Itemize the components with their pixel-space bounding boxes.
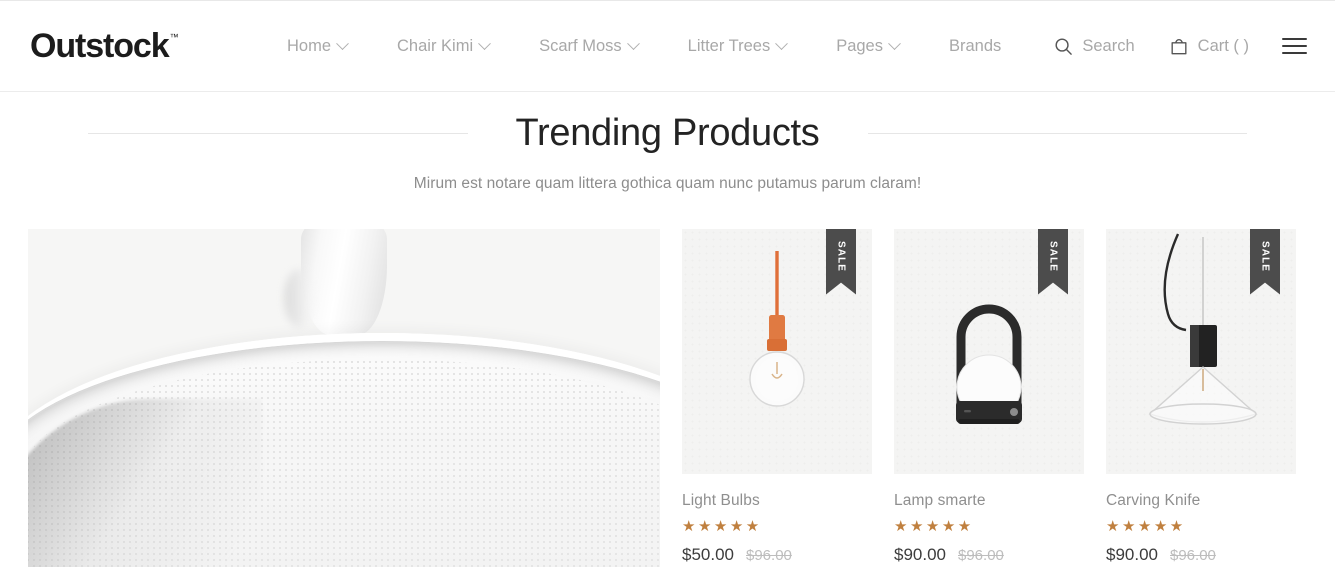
header-actions: Search Cart ( ) (1037, 36, 1307, 56)
page-title: Trending Products (515, 112, 820, 154)
nav-item-litter-trees[interactable]: Litter Trees (663, 37, 812, 56)
price-row: $90.00 $96.00 (1106, 545, 1296, 565)
hero-product-card[interactable] (28, 228, 660, 567)
chevron-down-icon (336, 36, 349, 50)
product-old-price: $96.00 (1170, 546, 1216, 564)
section-subtitle: Mirum est notare quam littera gothica qu… (413, 174, 922, 192)
product-price: $90.00 (894, 544, 946, 564)
site-header: Outstock ™ Home Chair Kimi Scarf Moss Li… (0, 1, 1335, 92)
nav-item-label: Pages (836, 36, 883, 55)
section-header: Trending Products Mirum est notare quam … (0, 92, 1335, 193)
product-card[interactable]: SALE Lamp smarte ★★★★★ $90.00 $96.00 (894, 228, 1084, 565)
nav-item-pages[interactable]: Pages (811, 37, 924, 56)
star-rating: ★★★★★ (682, 517, 762, 535)
trademark-symbol: ™ (169, 32, 179, 42)
nav-item-label: Home (287, 36, 332, 55)
product-name[interactable]: Light Bulbs (682, 492, 872, 510)
white-perforated-dish-lamp-closeup-artwork (28, 228, 660, 567)
sale-badge-label: SALE (835, 240, 847, 273)
sale-badge-label: SALE (1047, 240, 1059, 273)
search-button[interactable]: Search (1037, 37, 1151, 56)
nav-item-label: Brands (949, 36, 1002, 55)
product-image[interactable]: SALE (894, 228, 1084, 474)
nav-item-label: Chair Kimi (397, 36, 474, 55)
product-name[interactable]: Lamp smarte (894, 492, 1084, 510)
nav-item-label: Litter Trees (687, 36, 771, 55)
chevron-down-icon (626, 36, 640, 50)
nav-item-home[interactable]: Home (282, 37, 372, 56)
hamburger-icon[interactable] (1282, 38, 1307, 54)
product-name[interactable]: Carving Knife (1106, 492, 1296, 510)
cart-button[interactable]: Cart ( ) (1152, 36, 1266, 56)
nav-item-label: Scarf Moss (539, 36, 622, 55)
nav-item-chair-kimi[interactable]: Chair Kimi (372, 37, 514, 56)
search-icon (1055, 37, 1073, 55)
nav-item-scarf-moss[interactable]: Scarf Moss (514, 37, 663, 56)
product-image[interactable]: SALE (1106, 228, 1296, 474)
hero-image[interactable] (28, 228, 660, 567)
nav-item-brands[interactable]: Brands (924, 37, 1026, 56)
product-price: $50.00 (682, 544, 734, 564)
title-row: Trending Products (0, 110, 1335, 158)
logo-text: Outstock (30, 27, 170, 65)
search-label: Search (1082, 36, 1135, 55)
chevron-down-icon (478, 36, 491, 50)
chevron-down-icon (888, 36, 901, 50)
site-logo[interactable]: Outstock ™ (30, 29, 282, 63)
sale-badge-label: SALE (1259, 240, 1271, 273)
product-grid: SALE Light Bulbs ★★★★★ $50.00 $96.00 SAL… (0, 228, 1335, 567)
title-divider-left (88, 133, 468, 135)
title-divider-right (867, 133, 1248, 135)
product-price: $90.00 (1106, 544, 1158, 564)
chevron-down-icon (775, 36, 789, 50)
product-card[interactable]: SALE Carving Knife ★★★★★ $90.00 $96.00 (1106, 228, 1296, 565)
product-old-price: $96.00 (746, 546, 792, 564)
price-row: $50.00 $96.00 (682, 545, 872, 565)
star-rating: ★★★★★ (1106, 517, 1186, 535)
star-rating: ★★★★★ (894, 517, 974, 535)
product-old-price: $96.00 (958, 546, 1004, 564)
main-navigation: Home Chair Kimi Scarf Moss Litter Trees … (282, 37, 1037, 56)
price-row: $90.00 $96.00 (894, 545, 1084, 565)
cart-label: Cart ( ) (1197, 36, 1249, 55)
shopping-bag-icon (1171, 39, 1187, 55)
product-card[interactable]: SALE Light Bulbs ★★★★★ $50.00 $96.00 (682, 228, 872, 565)
product-image[interactable]: SALE (682, 228, 872, 474)
